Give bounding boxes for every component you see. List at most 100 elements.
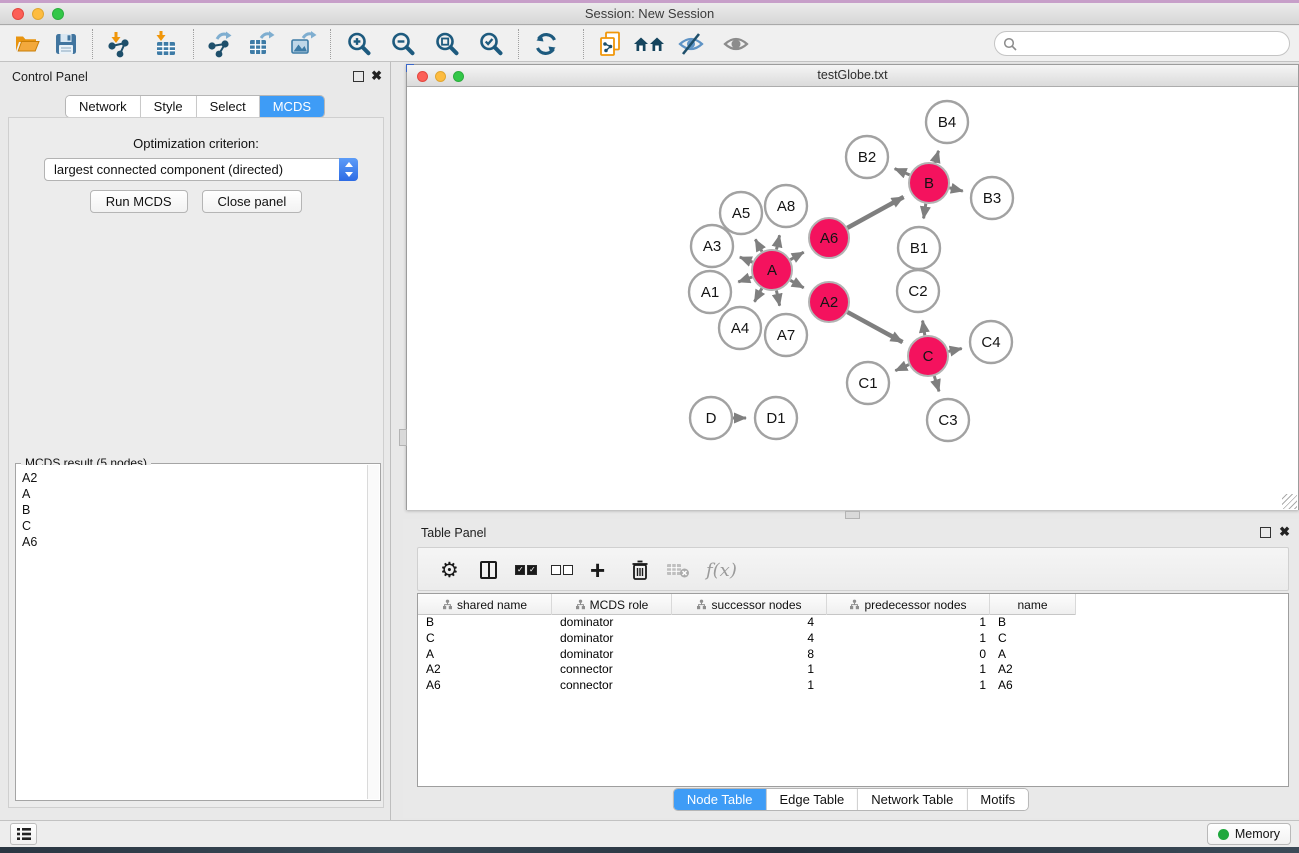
graph-node-A7[interactable]: A7 xyxy=(765,314,807,356)
result-item-a[interactable]: A xyxy=(22,486,367,502)
splitter-grip-bottom[interactable] xyxy=(845,511,860,519)
import-table-icon[interactable] xyxy=(151,29,181,59)
zoom-out-icon[interactable] xyxy=(388,29,418,59)
criterion-dropdown[interactable]: largest connected component (directed) xyxy=(44,158,358,181)
zoom-in-icon[interactable] xyxy=(344,29,374,59)
result-scrollbar[interactable] xyxy=(367,465,379,799)
column-header-predecessor-nodes[interactable]: predecessor nodes xyxy=(827,594,990,615)
float-panel-icon[interactable] xyxy=(353,71,364,82)
table-settings-gear-icon[interactable]: ⚙ xyxy=(440,556,459,584)
memory-button[interactable]: Memory xyxy=(1207,823,1291,845)
graph-node-C4[interactable]: C4 xyxy=(970,321,1012,363)
table-row-c[interactable]: Cdominator41C xyxy=(418,631,1288,647)
mcds-result-list[interactable]: A2ABCA6 xyxy=(17,465,367,799)
tab-motifs[interactable]: Motifs xyxy=(967,789,1028,810)
graph-node-B[interactable]: B xyxy=(909,163,949,203)
tab-select[interactable]: Select xyxy=(197,96,260,117)
graph-edge-C-C4[interactable] xyxy=(948,349,961,352)
export-image-icon[interactable] xyxy=(288,29,318,59)
search-input[interactable] xyxy=(1021,33,1281,54)
graph-edge-C-C3[interactable] xyxy=(934,376,939,391)
show-all-networks-icon[interactable] xyxy=(631,29,669,59)
graph-node-B4[interactable]: B4 xyxy=(926,101,968,143)
network-close-button[interactable] xyxy=(417,71,428,82)
graph-edge-A6-B[interactable] xyxy=(847,197,903,228)
close-panel-icon[interactable]: ✖ xyxy=(371,69,382,83)
graph-edge-A-A6[interactable] xyxy=(790,252,803,260)
tab-node-table[interactable]: Node Table xyxy=(674,789,767,810)
graph-edge-A-A7[interactable] xyxy=(776,291,779,306)
zoom-selected-icon[interactable] xyxy=(476,29,506,59)
graph-edge-A-A5[interactable] xyxy=(755,239,762,251)
table-row-a[interactable]: Adominator80A xyxy=(418,647,1288,663)
save-session-icon[interactable] xyxy=(51,29,81,59)
delete-column-icon[interactable] xyxy=(630,556,650,584)
hide-selected-icon[interactable] xyxy=(676,29,706,59)
graph-edge-A-A4[interactable] xyxy=(754,288,761,301)
show-columns-icon[interactable] xyxy=(480,556,497,584)
export-table-icon[interactable] xyxy=(246,29,276,59)
result-item-a6[interactable]: A6 xyxy=(22,534,367,550)
graph-edge-A-A1[interactable] xyxy=(738,277,752,282)
table-close-panel-icon[interactable]: ✖ xyxy=(1279,525,1290,539)
network-window-titlebar[interactable]: testGlobe.txt xyxy=(407,65,1298,87)
network-zoom-button[interactable] xyxy=(453,71,464,82)
open-file-icon[interactable] xyxy=(12,29,42,59)
graph-node-A1[interactable]: A1 xyxy=(689,271,731,313)
zoom-window-button[interactable] xyxy=(52,8,64,20)
import-network-icon[interactable] xyxy=(104,29,134,59)
graph-edge-A-A8[interactable] xyxy=(776,235,779,249)
status-menu-button[interactable] xyxy=(10,823,37,845)
result-item-a2[interactable]: A2 xyxy=(22,470,367,486)
run-mcds-button[interactable]: Run MCDS xyxy=(90,190,188,213)
graph-node-D[interactable]: D xyxy=(690,397,732,439)
network-minimize-button[interactable] xyxy=(435,71,446,82)
window-resize-grip[interactable] xyxy=(1282,494,1297,509)
tab-edge-table[interactable]: Edge Table xyxy=(766,789,858,810)
node-table[interactable]: shared nameMCDS rolesuccessor nodesprede… xyxy=(417,593,1289,787)
graph-node-C1[interactable]: C1 xyxy=(847,362,889,404)
close-panel-button[interactable]: Close panel xyxy=(202,190,303,213)
graph-node-B3[interactable]: B3 xyxy=(971,177,1013,219)
graph-edge-B-B1[interactable] xyxy=(924,204,926,219)
graph-node-A6[interactable]: A6 xyxy=(809,218,849,258)
graph-node-A2[interactable]: A2 xyxy=(809,282,849,322)
column-header-successor-nodes[interactable]: successor nodes xyxy=(672,594,827,615)
select-all-columns-icon[interactable] xyxy=(514,556,538,584)
graph-node-A5[interactable]: A5 xyxy=(720,192,762,234)
network-graph[interactable]: B4B2BB3A8A5A6A3B1AA1C2A2A4A7C4CC1C3DD1 xyxy=(407,87,1297,509)
graph-node-A[interactable]: A xyxy=(752,250,792,290)
graph-node-A8[interactable]: A8 xyxy=(765,185,807,227)
show-selected-icon[interactable] xyxy=(721,29,751,59)
graph-node-C3[interactable]: C3 xyxy=(927,399,969,441)
result-item-c[interactable]: C xyxy=(22,518,367,534)
graph-node-C[interactable]: C xyxy=(908,336,948,376)
export-network-icon[interactable] xyxy=(204,29,234,59)
splitter-grip-left[interactable] xyxy=(399,429,407,446)
add-column-icon[interactable]: + xyxy=(590,556,605,584)
table-row-a2[interactable]: A2connector11A2 xyxy=(418,662,1288,678)
close-window-button[interactable] xyxy=(12,8,24,20)
table-row-b[interactable]: Bdominator41B xyxy=(418,615,1288,631)
table-row-a6[interactable]: A6connector11A6 xyxy=(418,678,1288,694)
graph-edge-B-B3[interactable] xyxy=(949,188,962,191)
graph-edge-B-B2[interactable] xyxy=(895,169,910,175)
graph-node-A3[interactable]: A3 xyxy=(691,225,733,267)
tab-style[interactable]: Style xyxy=(141,96,197,117)
graph-edge-C-C1[interactable] xyxy=(895,365,908,371)
graph-edge-A-A2[interactable] xyxy=(790,280,803,288)
graph-node-C2[interactable]: C2 xyxy=(897,270,939,312)
graph-node-D1[interactable]: D1 xyxy=(755,397,797,439)
column-header-shared-name[interactable]: shared name xyxy=(418,594,552,615)
apply-layout-icon[interactable] xyxy=(531,29,561,59)
tab-mcds[interactable]: MCDS xyxy=(260,96,324,117)
result-item-b[interactable]: B xyxy=(22,502,367,518)
graph-edge-B-B4[interactable] xyxy=(935,151,939,163)
unselect-all-columns-icon[interactable] xyxy=(550,556,574,584)
column-header-MCDS-role[interactable]: MCDS role xyxy=(552,594,672,615)
network-canvas[interactable]: B4B2BB3A8A5A6A3B1AA1C2A2A4A7C4CC1C3DD1 xyxy=(407,87,1298,510)
graph-node-B1[interactable]: B1 xyxy=(898,227,940,269)
graph-node-B2[interactable]: B2 xyxy=(846,136,888,178)
graph-edge-C-C2[interactable] xyxy=(923,321,925,336)
graph-edge-A2-C[interactable] xyxy=(847,312,902,342)
